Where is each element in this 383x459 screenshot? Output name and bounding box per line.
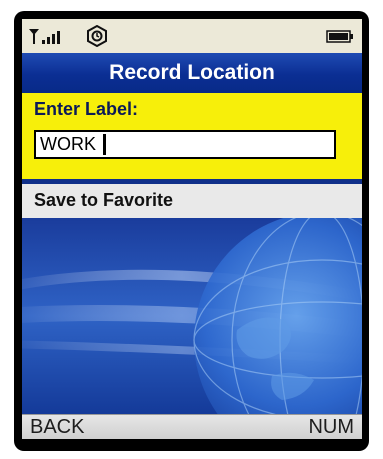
text-cursor [103, 134, 106, 155]
signal-strength-icon [29, 29, 60, 44]
back-softkey[interactable]: BACK [30, 415, 84, 439]
menu-item-label: Save to Favorite [34, 190, 174, 210]
save-to-favorite-option[interactable]: Save to Favorite [22, 184, 362, 219]
label-input[interactable] [34, 130, 336, 159]
status-bar [22, 19, 362, 53]
label-panel: Enter Label: [22, 93, 362, 179]
softkey-bar: BACK NUM [22, 414, 362, 439]
num-softkey[interactable]: NUM [308, 415, 354, 439]
battery-icon [326, 30, 353, 43]
globe-background-image [22, 218, 362, 414]
alarm-icon [87, 25, 107, 47]
phone-screen: Record Location Enter Label: Save to Fav… [22, 19, 362, 439]
label-field-heading: Enter Label: [34, 99, 139, 119]
page-title: Record Location [22, 53, 362, 93]
